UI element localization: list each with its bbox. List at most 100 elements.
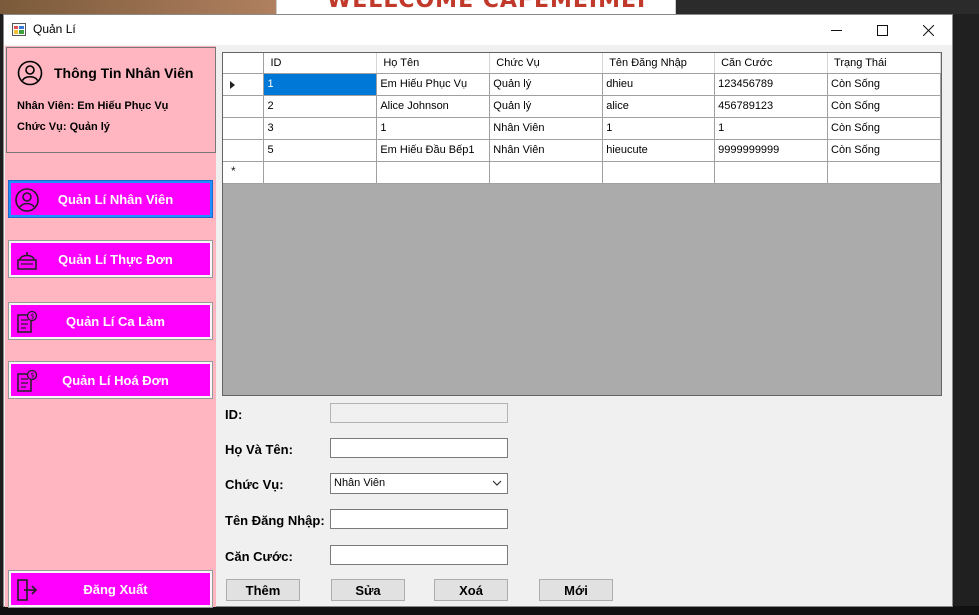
desktop-background-strip bbox=[953, 14, 979, 615]
table-cell[interactable]: Còn Sống bbox=[827, 95, 941, 118]
table-cell[interactable]: Quản lý bbox=[489, 73, 604, 96]
row-header[interactable] bbox=[223, 73, 265, 96]
logout-icon bbox=[17, 579, 38, 601]
column-header-role[interactable]: Chức Vụ bbox=[489, 53, 604, 74]
row-header[interactable] bbox=[223, 117, 265, 140]
table-cell[interactable]: 1 bbox=[714, 117, 829, 140]
table-cell[interactable]: alice bbox=[602, 95, 716, 118]
fullname-label: Họ Và Tên: bbox=[225, 442, 293, 457]
table-cell[interactable]: Còn Sống bbox=[827, 73, 941, 96]
column-header-idcard[interactable]: Căn Cước bbox=[714, 53, 829, 74]
column-header-username[interactable]: Tên Đăng Nhập bbox=[602, 53, 716, 74]
employee-data-grid[interactable]: ID Họ Tên Chức Vụ Tên Đăng Nhập Căn Cước… bbox=[222, 52, 942, 396]
username-field[interactable] bbox=[330, 509, 508, 529]
nav-menu-management-button[interactable]: Quản Lí Thực Đơn bbox=[9, 241, 212, 277]
column-header-name[interactable]: Họ Tên bbox=[376, 53, 491, 74]
user-circle-icon bbox=[15, 188, 39, 212]
role-select[interactable]: Nhân Viên bbox=[330, 473, 508, 494]
employee-table: ID Họ Tên Chức Vụ Tên Đăng Nhập Căn Cước… bbox=[223, 53, 941, 184]
taskbar-edge bbox=[0, 606, 979, 615]
edit-button[interactable]: Sửa bbox=[331, 579, 405, 601]
app-icon bbox=[12, 23, 26, 36]
table-cell[interactable]: 9999999999 bbox=[714, 139, 829, 162]
nav-shift-management-button[interactable]: $ Quản Lí Ca Làm bbox=[9, 303, 212, 339]
delete-button[interactable]: Xoá bbox=[434, 579, 508, 601]
receipt-icon: $ bbox=[17, 310, 38, 333]
new-row-marker: * bbox=[231, 163, 236, 178]
desktop-background bbox=[0, 0, 276, 14]
nav-label: Quản Lí Nhân Viên bbox=[57, 191, 174, 207]
maximize-button[interactable] bbox=[859, 15, 905, 45]
table-row[interactable]: 5 Em Hiếu Đầu Bếp1 Nhân Viên hieucute 99… bbox=[223, 139, 941, 162]
chevron-down-icon bbox=[492, 480, 502, 486]
table-cell[interactable]: Nhân Viên bbox=[489, 117, 604, 140]
fullname-field[interactable] bbox=[330, 438, 508, 458]
idcard-label: Căn Cước: bbox=[225, 549, 293, 564]
minimize-icon bbox=[830, 29, 842, 31]
close-button[interactable] bbox=[905, 15, 951, 45]
profile-title: Thông Tin Nhân Viên bbox=[54, 65, 194, 81]
table-row[interactable]: 2 Alice Johnson Quản lý alice 456789123 … bbox=[223, 95, 941, 118]
svg-text:$: $ bbox=[30, 372, 34, 380]
idcard-field[interactable] bbox=[330, 545, 508, 565]
table-cell[interactable] bbox=[602, 161, 716, 184]
desktop-background-right bbox=[676, 0, 979, 14]
nav-invoice-management-button[interactable]: $ Quản Lí Hoá Đơn bbox=[9, 362, 212, 398]
table-cell[interactable]: 3 bbox=[263, 117, 378, 140]
title-bar[interactable]: Quản Lí bbox=[4, 15, 952, 45]
nav-label: Quản Lí Hoá Đơn bbox=[62, 372, 169, 388]
main-window: Quản Lí Thông Tin Nhân Viên Nhân Viên: E… bbox=[3, 14, 953, 607]
menu-food-icon bbox=[17, 252, 37, 270]
table-cell[interactable]: Còn Sống bbox=[827, 117, 941, 140]
table-cell[interactable]: 1 bbox=[263, 73, 378, 96]
table-cell[interactable] bbox=[376, 161, 491, 184]
row-header[interactable] bbox=[223, 95, 265, 118]
table-cell[interactable]: 123456789 bbox=[714, 73, 829, 96]
table-cell[interactable]: Alice Johnson bbox=[376, 95, 491, 118]
user-circle-icon bbox=[17, 60, 43, 86]
table-cell[interactable]: 2 bbox=[263, 95, 378, 118]
table-cell[interactable]: Quản lý bbox=[489, 95, 604, 118]
minimize-button[interactable] bbox=[813, 15, 859, 45]
svg-text:$: $ bbox=[30, 313, 34, 321]
table-cell[interactable]: 1 bbox=[376, 117, 491, 140]
row-header[interactable]: * bbox=[223, 161, 265, 184]
row-header[interactable] bbox=[223, 139, 265, 162]
current-row-arrow-icon bbox=[230, 80, 235, 89]
nav-label: Quản Lí Thực Đơn bbox=[58, 251, 173, 267]
id-field[interactable] bbox=[330, 403, 508, 423]
table-cell[interactable]: Em Hiếu Phục Vụ bbox=[376, 73, 491, 96]
table-cell[interactable]: Nhân Viên bbox=[489, 139, 604, 162]
logout-button[interactable]: Đăng Xuất bbox=[9, 571, 212, 607]
table-row[interactable]: 1 Em Hiếu Phục Vụ Quản lý dhieu 12345678… bbox=[223, 73, 941, 96]
table-cell[interactable] bbox=[714, 161, 829, 184]
employee-name-label: Nhân Viên: Em Hiếu Phục Vụ bbox=[17, 100, 169, 112]
add-button[interactable]: Thêm bbox=[226, 579, 300, 601]
maximize-icon bbox=[876, 24, 888, 36]
background-banner-text: WELLCOME CAFEMEIMEI bbox=[327, 0, 647, 13]
table-cell[interactable] bbox=[489, 161, 604, 184]
column-header-id[interactable]: ID bbox=[263, 53, 378, 74]
receipt-icon: $ bbox=[17, 369, 38, 392]
table-cell[interactable]: Em Hiếu Đầu Bếp1 bbox=[376, 139, 491, 162]
table-cell[interactable]: 456789123 bbox=[714, 95, 829, 118]
nav-employee-management-button[interactable]: Quản Lí Nhân Viên bbox=[9, 181, 212, 217]
window-title: Quản Lí bbox=[33, 22, 76, 36]
table-cell[interactable]: Còn Sống bbox=[827, 139, 941, 162]
nav-label: Quản Lí Ca Làm bbox=[66, 313, 165, 329]
role-select-value: Nhân Viên bbox=[334, 477, 386, 489]
column-header-status[interactable]: Trạng Thái bbox=[827, 53, 941, 74]
employee-role-label: Chức Vụ: Quản lý bbox=[17, 121, 110, 133]
new-button[interactable]: Mới bbox=[539, 579, 613, 601]
table-cell[interactable] bbox=[263, 161, 378, 184]
table-cell[interactable]: dhieu bbox=[602, 73, 716, 96]
table-cell[interactable]: hieucute bbox=[602, 139, 716, 162]
table-row[interactable]: 3 1 Nhân Viên 1 1 Còn Sống bbox=[223, 117, 941, 140]
table-cell[interactable] bbox=[827, 161, 941, 184]
new-row[interactable]: * bbox=[223, 161, 941, 184]
nav-label: Đăng Xuất bbox=[83, 581, 148, 597]
username-label: Tên Đăng Nhập: bbox=[225, 513, 325, 528]
row-header-corner[interactable] bbox=[223, 53, 265, 74]
table-cell[interactable]: 1 bbox=[602, 117, 716, 140]
table-cell[interactable]: 5 bbox=[263, 139, 378, 162]
